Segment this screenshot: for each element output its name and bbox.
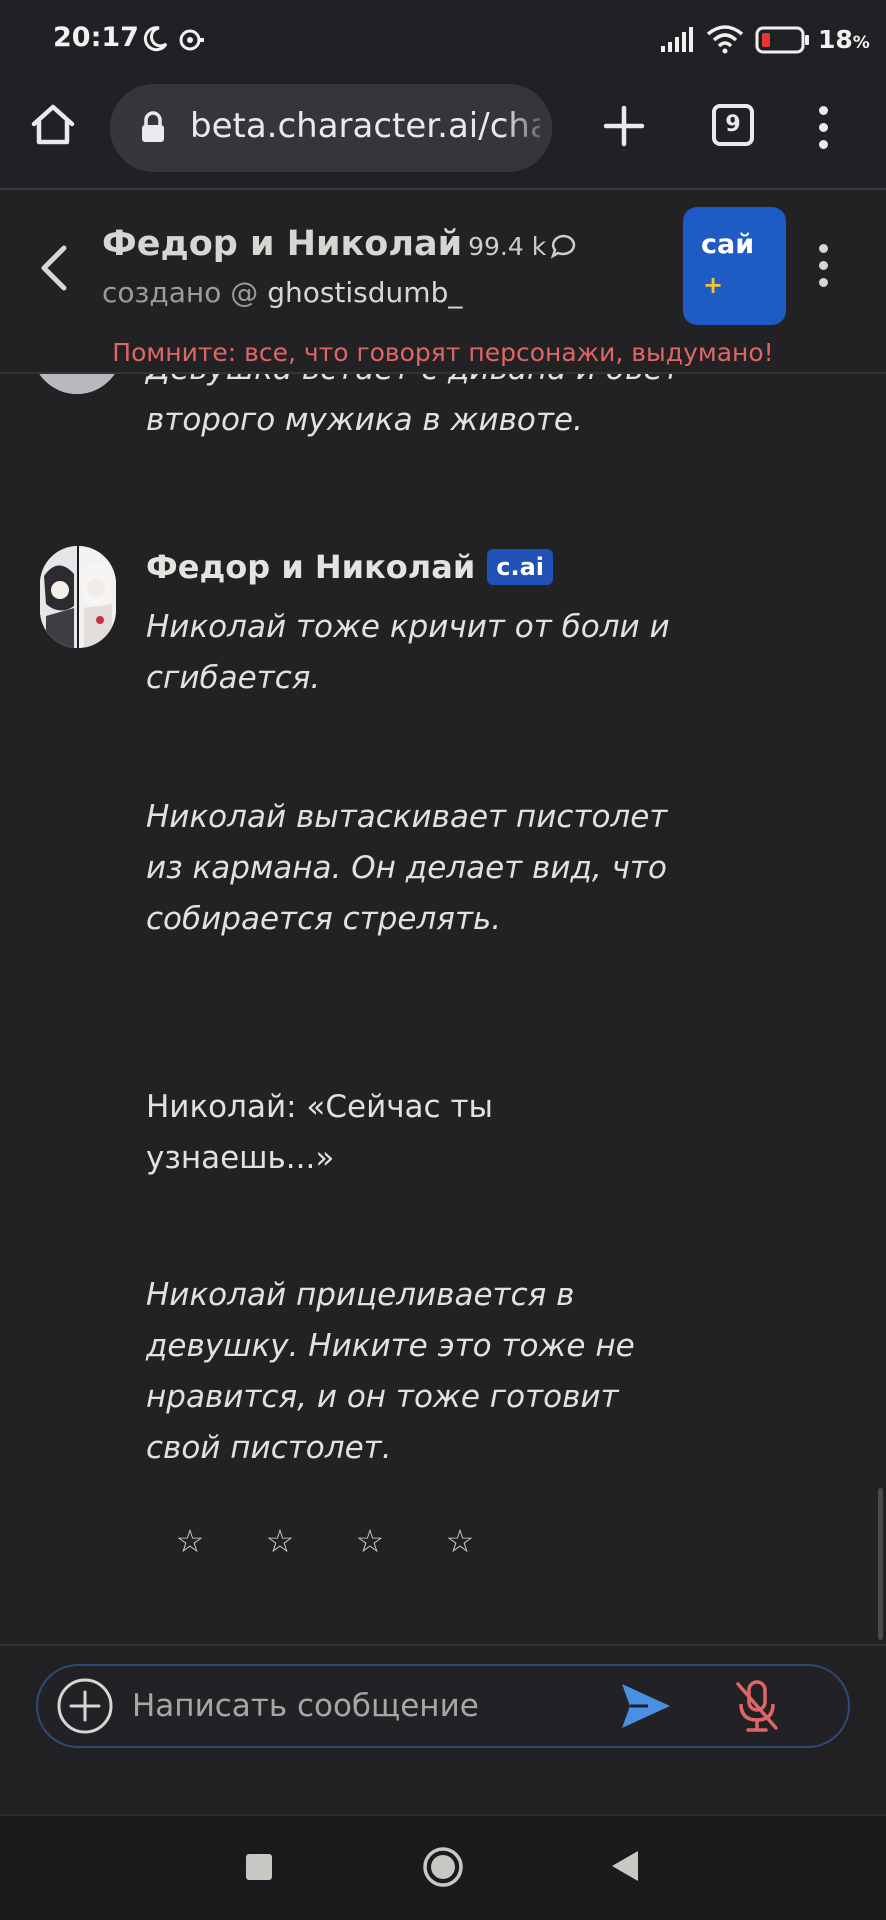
vpn-icon — [179, 29, 204, 51]
add-circle-icon[interactable] — [56, 1677, 114, 1735]
message-author: Федор и Николай — [146, 548, 476, 586]
message-header: Федор и Николай c.ai — [146, 548, 553, 586]
chat-messages[interactable]: Девушка встает с дивана и бьет второго м… — [0, 374, 886, 1644]
character-name: Федор и Николай — [102, 224, 463, 264]
chat-bubble-icon — [550, 234, 576, 259]
rating-star-2[interactable]: ☆ — [262, 1522, 298, 1560]
send-icon[interactable] — [618, 1680, 674, 1732]
signal-icon — [661, 27, 693, 52]
status-bar: 20:17 18% — [0, 0, 886, 78]
back-triangle-icon[interactable] — [608, 1848, 642, 1884]
mic-off-icon[interactable] — [732, 1678, 782, 1734]
fiction-warning: Помните: все, что говорят персонажи, выд… — [112, 338, 774, 367]
system-nav-bar — [0, 1814, 886, 1920]
home-circle-icon[interactable] — [422, 1846, 464, 1888]
creator-name: ghostisdumb_ — [267, 276, 463, 309]
previous-avatar — [30, 374, 124, 394]
moon-icon — [143, 26, 168, 52]
message-paragraph: Николай вытаскивает пистолет из кармана.… — [146, 799, 668, 937]
status-time: 20:17 — [53, 22, 139, 53]
lock-icon[interactable] — [140, 111, 166, 143]
screen: 20:17 18% beta.character.ai/chat 9 второ… — [0, 0, 886, 1920]
wifi-icon — [706, 25, 744, 54]
browser-toolbar: beta.character.ai/chat 9 — [0, 78, 886, 190]
character-title[interactable]: Федор и Николай 99.4 k — [102, 224, 578, 264]
message-input[interactable] — [132, 1674, 592, 1738]
creator-prefix: создано @ — [102, 276, 259, 309]
message-paragraph: Николай тоже кричит от боли и сгибается. — [146, 609, 670, 696]
plus-sign: + — [703, 271, 724, 299]
chat-count: 99.4 k — [468, 232, 547, 261]
creator-line[interactable]: создано @ ghostisdumb_ — [102, 276, 462, 309]
recent-apps-icon[interactable] — [246, 1854, 272, 1880]
cai-plus-button[interactable]: сай + — [683, 207, 786, 325]
home-icon[interactable] — [28, 100, 78, 150]
rating-star-4[interactable]: ☆ — [442, 1522, 478, 1560]
url-bar[interactable]: beta.character.ai/chat — [110, 84, 552, 172]
rating-star-1[interactable]: ☆ — [172, 1522, 208, 1560]
message-paragraph: Николай прицеливается в девушку. Никите … — [146, 1277, 635, 1466]
composer — [0, 1644, 886, 1814]
rating-stars: ☆ ☆ ☆ ☆ — [172, 1522, 532, 1560]
rating-star-3[interactable]: ☆ — [352, 1522, 388, 1560]
back-arrow-icon[interactable] — [34, 240, 74, 296]
url-fade — [502, 84, 552, 172]
battery-percent: 18% — [818, 25, 870, 54]
tab-switcher-button[interactable]: 9 — [712, 104, 754, 146]
previous-message-text: Девушка встает с дивана и бьет второго м… — [146, 374, 681, 438]
plus-label: сай — [701, 229, 755, 260]
url-text[interactable]: beta.character.ai/chat — [190, 106, 540, 146]
chat-header: Федор и Николай 99.4 k создано @ ghostisd… — [0, 190, 886, 374]
cai-badge: c.ai — [487, 549, 553, 585]
browser-menu-icon[interactable] — [812, 102, 836, 152]
message-paragraph: Николай: «Сейчас ты узнаешь...» — [146, 1089, 493, 1176]
chat-menu-icon[interactable] — [812, 240, 836, 290]
battery-icon — [755, 26, 809, 54]
message-input-box — [36, 1664, 850, 1748]
character-avatar[interactable] — [40, 546, 116, 648]
new-tab-icon[interactable] — [598, 100, 650, 152]
chat-scrollbar[interactable] — [878, 1488, 883, 1640]
